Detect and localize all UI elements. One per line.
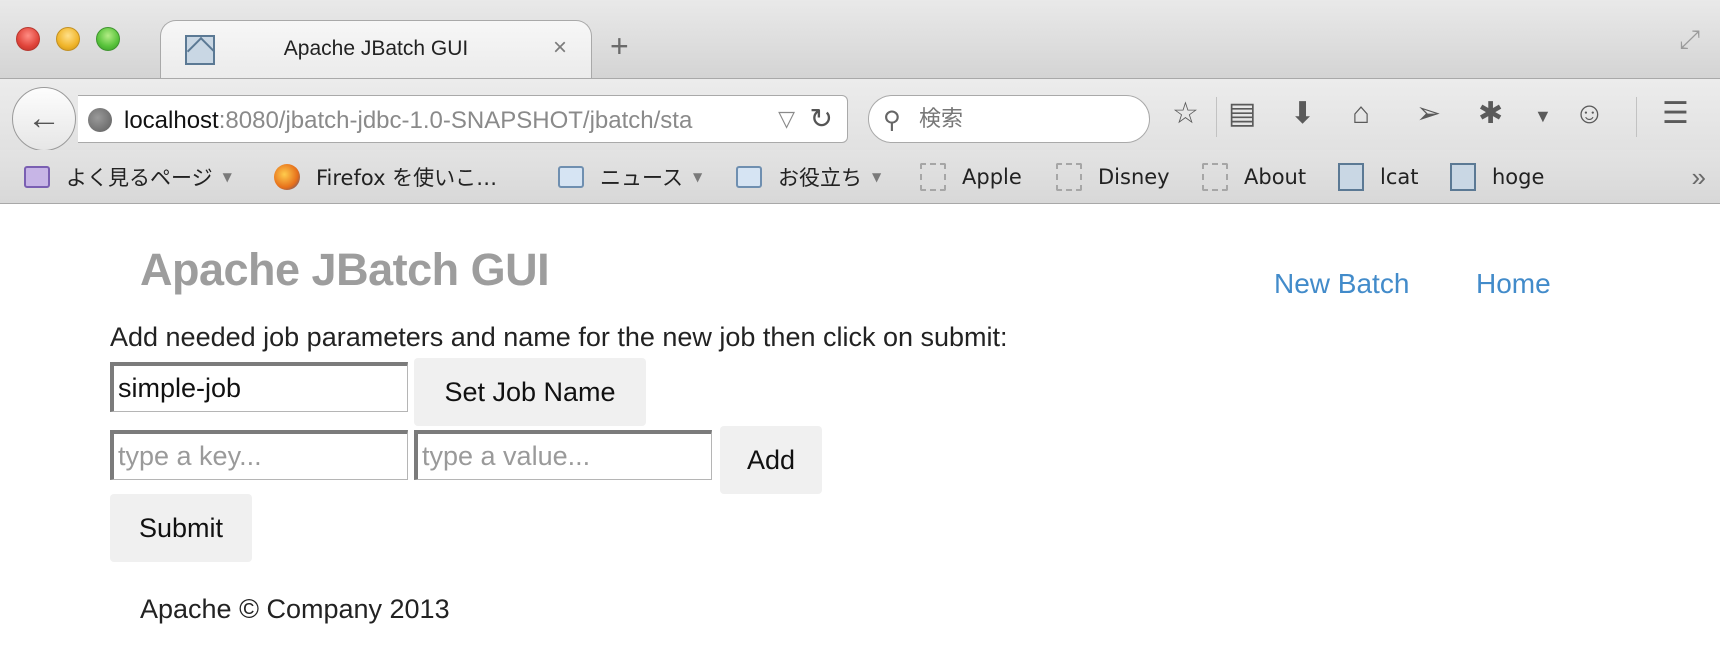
set-job-name-button[interactable]: Set Job Name [414,358,646,426]
bookmark-firefox-guide[interactable]: Firefox を使いこ… [274,162,497,192]
send-icon[interactable]: ➢ [1416,99,1441,129]
bookmark-label: Disney [1098,165,1170,189]
download-icon[interactable]: ⬇ [1290,99,1315,129]
smart-folder-icon [24,166,50,188]
add-parameter-button[interactable]: Add [720,426,822,494]
url-host: localhost [124,107,219,134]
globe-icon [88,108,112,132]
tab-title: Apache JBatch GUI [283,37,469,60]
url-history-dropdown-icon[interactable]: ▽ [778,106,795,132]
job-name-input[interactable] [110,362,408,412]
bookmark-lcat[interactable]: lcat [1338,162,1418,192]
blank-page-icon [920,163,946,191]
addon-dropdown-icon[interactable]: ▼ [1534,107,1552,125]
bookmark-news[interactable]: ニュース ▼ [558,162,702,192]
bookmark-label: About [1244,165,1307,189]
folder-icon [736,166,762,188]
page-icon [1450,163,1476,191]
bookmark-label: Apple [962,165,1022,189]
back-button[interactable]: ← [12,87,76,151]
instructions-text: Add needed job parameters and name for t… [110,322,1008,352]
chevron-down-icon: ▼ [692,170,703,184]
tab-close-button[interactable]: × [553,34,567,62]
browser-tab[interactable]: Apache JBatch GUI × [160,20,592,78]
bookmark-hoge[interactable]: hoge [1450,162,1544,192]
url-text[interactable]: localhost:8080/jbatch-jdbc-1.0-SNAPSHOT/… [124,107,774,135]
bookmarks-overflow-icon[interactable]: » [1692,162,1706,193]
zoom-window-button[interactable] [96,27,120,51]
chat-icon[interactable]: ☺ [1574,99,1605,129]
search-icon: ⚲ [883,107,901,134]
home-link[interactable]: Home [1476,268,1551,300]
addon-icon[interactable]: ✱ [1478,99,1503,129]
firefox-icon [274,164,300,190]
new-tab-button[interactable]: + [610,30,629,62]
bookmark-about[interactable]: About [1202,162,1306,192]
page-icon [1338,163,1364,191]
close-window-button[interactable] [16,27,40,51]
footer-text: Apache © Company 2013 [140,594,450,624]
parameter-value-input[interactable] [414,430,712,480]
folder-icon [558,166,584,188]
bookmark-star-icon[interactable]: ☆ [1172,99,1199,129]
url-path: :8080/jbatch-jdbc-1.0-SNAPSHOT/jbatch/st… [218,107,693,134]
bookmark-disney[interactable]: Disney [1056,162,1170,192]
toolbar-separator [1216,97,1217,137]
bookmark-label: ニュース [600,166,683,190]
toolbar-separator [1636,97,1637,137]
parameter-key-input[interactable] [110,430,408,480]
title-bar: Apache JBatch GUI × + ⤢ [0,0,1720,78]
bookmark-label: お役立ち [778,166,862,190]
blank-page-icon [1056,163,1082,191]
chevron-down-icon: ▼ [872,170,882,184]
fullscreen-icon[interactable]: ⤢ [1679,24,1700,56]
bookmark-label: lcat [1380,165,1419,189]
menu-icon[interactable]: ☰ [1662,99,1689,129]
new-batch-link[interactable]: New Batch [1274,268,1409,300]
bookmark-label: よく見るページ [66,166,213,190]
chevron-down-icon: ▼ [222,170,232,184]
bookmark-label: hoge [1492,165,1545,189]
bookmarks-bar: よく見るページ ▼ Firefox を使いこ… ニュース ▼ お役立ち ▼ Ap… [0,150,1720,204]
home-icon[interactable]: ⌂ [1352,99,1370,129]
brand-title[interactable]: Apache JBatch GUI [140,244,550,296]
reload-icon[interactable]: ↻ [810,102,833,135]
submit-button[interactable]: Submit [110,494,252,562]
search-bar[interactable]: ⚲ [868,95,1150,143]
back-arrow-icon: ← [27,99,61,137]
bookmark-most-visited[interactable]: よく見るページ ▼ [24,162,232,192]
reading-list-icon[interactable]: ▤ [1228,99,1256,129]
minimize-window-button[interactable] [56,27,80,51]
url-bar[interactable]: localhost:8080/jbatch-jdbc-1.0-SNAPSHOT/… [78,95,848,143]
navigation-toolbar: ← localhost:8080/jbatch-jdbc-1.0-SNAPSHO… [0,78,1720,151]
bookmark-apple[interactable]: Apple [920,162,1022,192]
blank-page-icon [1202,163,1228,191]
search-input[interactable] [919,102,1139,136]
bookmark-useful[interactable]: お役立ち ▼ [736,162,881,192]
bookmark-label: Firefox を使いこ… [316,166,498,190]
